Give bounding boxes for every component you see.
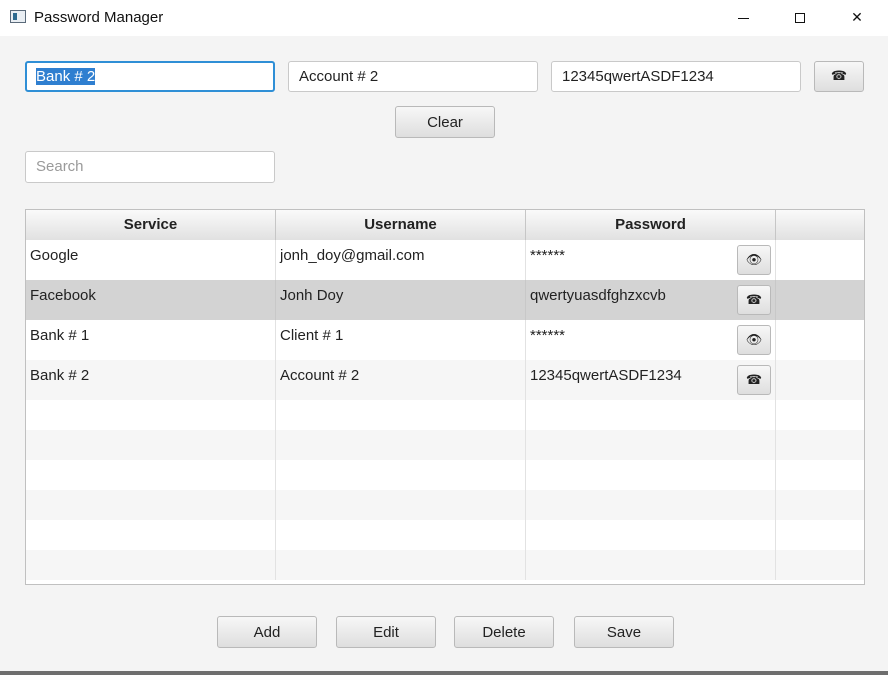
empty-cell: [276, 460, 526, 490]
column-header-password[interactable]: Password: [526, 210, 776, 240]
action-cell: [776, 240, 864, 280]
password-field[interactable]: 12345qwertASDF1234: [551, 61, 801, 92]
phone-icon: ☎: [745, 292, 763, 308]
username-cell: Jonh Doy: [276, 280, 526, 320]
maximize-icon: [795, 13, 805, 23]
service-cell: Google: [26, 240, 276, 280]
show-password-button[interactable]: 👁: [737, 245, 771, 275]
empty-row: [26, 400, 864, 430]
table-row[interactable]: Bank # 1 Client # 1 ****** 👁: [26, 320, 864, 360]
action-cell: [776, 320, 864, 360]
service-cell: Bank # 1: [26, 320, 276, 360]
minimize-icon: [737, 17, 749, 19]
username-cell: jonh_doy@gmail.com: [276, 240, 526, 280]
maximize-button[interactable]: [777, 0, 823, 36]
hide-password-button[interactable]: ☎: [737, 365, 771, 395]
empty-cell: [526, 400, 776, 430]
empty-cell: [776, 460, 864, 490]
empty-row: [26, 490, 864, 520]
empty-cell: [776, 430, 864, 460]
empty-cell: [26, 460, 276, 490]
service-field-value: Bank # 2: [36, 68, 96, 85]
table-row[interactable]: Facebook Jonh Doy qwertyuasdfghzxcvb ☎: [26, 280, 864, 320]
empty-cell: [26, 490, 276, 520]
phone-icon: ☎: [830, 69, 848, 84]
action-cell: [776, 360, 864, 400]
empty-cell: [276, 550, 526, 580]
empty-cell: [276, 490, 526, 520]
empty-cell: [526, 430, 776, 460]
empty-cell: [276, 430, 526, 460]
username-cell: Account # 2: [276, 360, 526, 400]
password-table[interactable]: Service Username Password Google jonh_do…: [25, 209, 865, 585]
save-button[interactable]: Save: [574, 616, 674, 648]
column-header-username[interactable]: Username: [276, 210, 526, 240]
table-header: Service Username Password: [26, 210, 864, 241]
empty-cell: [26, 400, 276, 430]
close-icon: ✕: [851, 10, 863, 26]
phone-icon: ☎: [745, 372, 763, 388]
service-field[interactable]: Bank # 2: [25, 61, 275, 92]
empty-cell: [526, 550, 776, 580]
empty-cell: [776, 520, 864, 550]
password-field-value: 12345qwertASDF1234: [562, 68, 714, 85]
close-button[interactable]: ✕: [834, 0, 880, 36]
empty-cell: [526, 460, 776, 490]
app-icon: [10, 10, 26, 23]
search-placeholder: Search: [36, 158, 84, 175]
empty-cell: [26, 430, 276, 460]
empty-row: [26, 460, 864, 490]
empty-cell: [776, 400, 864, 430]
table-row[interactable]: Google jonh_doy@gmail.com ****** 👁: [26, 240, 864, 280]
empty-cell: [776, 550, 864, 580]
username-field[interactable]: Account # 2: [288, 61, 538, 92]
window-bottom-edge: [0, 671, 888, 675]
eye-icon: 👁: [745, 332, 763, 348]
empty-cell: [526, 490, 776, 520]
empty-cell: [776, 490, 864, 520]
title-bar: Password Manager ✕: [0, 0, 888, 36]
service-cell: Bank # 2: [26, 360, 276, 400]
clear-button[interactable]: Clear: [395, 106, 495, 138]
empty-row: [26, 430, 864, 460]
empty-cell: [26, 520, 276, 550]
empty-cell: [276, 400, 526, 430]
minimize-button[interactable]: [720, 0, 766, 36]
eye-icon: 👁: [745, 252, 763, 268]
empty-row: [26, 520, 864, 550]
username-cell: Client # 1: [276, 320, 526, 360]
empty-cell: [276, 520, 526, 550]
column-header-service[interactable]: Service: [26, 210, 276, 240]
empty-cell: [26, 550, 276, 580]
action-cell: [776, 280, 864, 320]
table-row[interactable]: Bank # 2 Account # 2 12345qwertASDF1234 …: [26, 360, 864, 400]
column-header-action: [776, 210, 864, 240]
add-button[interactable]: Add: [217, 616, 317, 648]
search-input[interactable]: Search: [25, 151, 275, 183]
toggle-password-button[interactable]: ☎: [814, 61, 864, 92]
hide-password-button[interactable]: ☎: [737, 285, 771, 315]
service-cell: Facebook: [26, 280, 276, 320]
edit-button[interactable]: Edit: [336, 616, 436, 648]
window-title: Password Manager: [34, 9, 164, 26]
delete-button[interactable]: Delete: [454, 616, 554, 648]
empty-cell: [526, 520, 776, 550]
username-field-value: Account # 2: [299, 68, 379, 85]
empty-row: [26, 550, 864, 580]
show-password-button[interactable]: 👁: [737, 325, 771, 355]
